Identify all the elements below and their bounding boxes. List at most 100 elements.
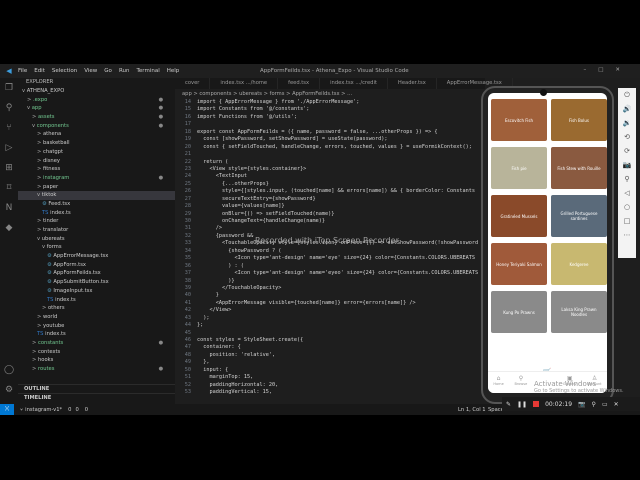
editor-tab[interactable]: Header.tsx [388, 78, 437, 89]
run-debug-icon[interactable]: ▷ [0, 138, 18, 158]
file-tree-item[interactable]: > youtube [18, 322, 175, 331]
source-control-icon[interactable]: ⑂ [0, 118, 18, 138]
window-controls[interactable]: –□✕ [583, 67, 632, 73]
file-tree-item[interactable]: > tinder [18, 217, 175, 226]
file-tree-item[interactable]: ⚙ AppErrorMessage.tsx [18, 252, 175, 261]
recipe-tile[interactable]: Fish pie [491, 147, 547, 189]
editor-tab[interactable]: feed.tsx [278, 78, 321, 89]
volume-up-icon[interactable]: 🔊 [618, 102, 636, 116]
cursor-position[interactable]: Ln 1, Col 1 [458, 407, 486, 413]
file-tree-item[interactable]: TS index.ts [18, 296, 175, 305]
file-tree-item[interactable]: > routes ● [18, 365, 175, 374]
recipe-tile[interactable]: Honey Teriyaki Salmon [491, 243, 547, 285]
nav-item-browse[interactable]: ⚲ Browse [515, 372, 528, 393]
file-tree-item[interactable]: ⚙ ImageInput.tsx [18, 287, 175, 296]
more-icon[interactable]: ⋯ [618, 228, 636, 242]
file-tree-item[interactable]: ⚙ AppForm.tsx [18, 261, 175, 270]
file-tree-item[interactable]: > hooks [18, 356, 175, 365]
recipe-tile[interactable]: Gratinéed Mussels [491, 195, 547, 237]
file-tree-item[interactable]: v app ● [18, 104, 175, 113]
file-tree-item[interactable]: > paper [18, 183, 175, 192]
file-tree-item[interactable]: > athena [18, 130, 175, 139]
zoom-icon[interactable]: ⚲ [618, 172, 636, 186]
file-tree-item[interactable]: > others [18, 304, 175, 313]
file-tree-item[interactable]: ⚙ Feed.tsx [18, 200, 175, 209]
menu-item-go[interactable]: Go [104, 68, 112, 74]
branch-name[interactable]: instagram-v1* [25, 407, 62, 413]
errors-count[interactable]: 0 [68, 407, 71, 413]
file-tree-item[interactable]: > fitness [18, 165, 175, 174]
bookmark-icon[interactable]: ⌑ [0, 178, 18, 198]
remote-icon[interactable]: ⟩⟨ [0, 404, 14, 415]
recipe-tile[interactable]: Fish Bolus [551, 99, 607, 141]
editor-tab[interactable]: index.tsx .../home [210, 78, 279, 89]
recipe-tile[interactable]: Kedgeree [551, 243, 607, 285]
search-icon[interactable]: ⚲ [0, 98, 18, 118]
file-tree-item[interactable]: > basketball [18, 139, 175, 148]
file-tree-item[interactable]: > assets ● [18, 113, 175, 122]
extensions-icon[interactable]: ⊞ [0, 158, 18, 178]
outline-section[interactable]: OUTLINE [18, 384, 175, 393]
nx-icon[interactable]: N [0, 198, 18, 218]
code-editor[interactable]: 14 import { AppErrorMessage } from './App… [175, 99, 485, 404]
menu-item-selection[interactable]: Selection [52, 68, 77, 74]
file-tree-item[interactable]: > .expo ● [18, 96, 175, 105]
docker-icon[interactable]: ◆ [0, 218, 18, 238]
file-tree-item[interactable]: v ubereats [18, 235, 175, 244]
breadcrumb[interactable]: app > components > ubereats > forms > Ap… [182, 91, 352, 97]
menu-item-run[interactable]: Run [119, 68, 130, 74]
camera-icon[interactable]: 📷 [578, 401, 585, 408]
timeline-section[interactable]: TIMELINE [18, 393, 175, 402]
line-number: 40 [184, 292, 191, 299]
pen-icon[interactable]: ✎ [506, 401, 511, 408]
pause-icon[interactable]: ❚❚ [517, 401, 527, 408]
magnifier-icon[interactable]: ⚲ [592, 401, 596, 408]
screenshot-icon[interactable]: 📷 [618, 158, 636, 172]
file-tree-item[interactable]: v forms [18, 243, 175, 252]
file-tree-item[interactable]: > contexts [18, 348, 175, 357]
nav-item-home[interactable]: ⌂ Home [493, 372, 503, 393]
ports-count[interactable]: 0 [85, 407, 88, 413]
file-tree-item[interactable]: > chatgpt [18, 148, 175, 157]
file-tree-item[interactable]: v components ● [18, 122, 175, 131]
menu-item-view[interactable]: View [84, 68, 97, 74]
file-tree-item[interactable]: > translator [18, 226, 175, 235]
explorer-icon[interactable]: ❐ [0, 78, 18, 98]
recipe-tile[interactable]: Laksa King Prawn Noodles [551, 291, 607, 333]
file-tree-item[interactable]: > constants ● [18, 339, 175, 348]
warnings-count[interactable]: 0 [75, 407, 78, 413]
power-icon[interactable]: ⏻ [618, 88, 636, 102]
menu-item-help[interactable]: Help [167, 68, 180, 74]
file-tree-item[interactable]: > instagram ● [18, 174, 175, 183]
recipe-tile[interactable]: Grilled Portuguese sardines [551, 195, 607, 237]
back-icon[interactable]: ◁ [618, 186, 636, 200]
menu-item-terminal[interactable]: Terminal [136, 68, 159, 74]
file-tree-item[interactable]: ⚙ AppFormFeilds.tsx [18, 269, 175, 278]
file-tree-label: tinder [43, 218, 59, 225]
file-tree-item[interactable]: TS index.ts [18, 330, 175, 339]
rotate-left-icon[interactable]: ⟲ [618, 130, 636, 144]
file-tree-item[interactable]: > disney [18, 157, 175, 166]
volume-down-icon[interactable]: 🔉 [618, 116, 636, 130]
file-tree-item[interactable]: ⚙ AppSubmitButton.tsx [18, 278, 175, 287]
account-icon[interactable]: ◯ [0, 360, 18, 380]
editor-tab[interactable]: index.tsx .../credit [320, 78, 388, 89]
editor-tab[interactable]: cover [175, 78, 211, 89]
recipe-tile[interactable]: Escovitch Fish [491, 99, 547, 141]
settings-gear-icon[interactable]: ⚙ [0, 380, 18, 400]
file-tree-item[interactable]: TS index.ts [18, 209, 175, 218]
recipe-tile[interactable]: Fish Stew with Rouille [551, 147, 607, 189]
stop-icon[interactable] [533, 401, 540, 407]
file-tree-item[interactable]: v tiktok [18, 191, 175, 200]
overview-icon[interactable]: □ [618, 214, 636, 228]
comment-icon[interactable]: ▭ [602, 401, 608, 408]
home-icon[interactable]: ○ [618, 200, 636, 214]
menu-item-edit[interactable]: Edit [34, 68, 45, 74]
file-tree-label: index.ts [45, 331, 66, 338]
rotate-right-icon[interactable]: ⟳ [618, 144, 636, 158]
recipe-tile[interactable]: Kung Po Prawns [491, 291, 547, 333]
file-tree-item[interactable]: v ATHENA_EXPO [18, 87, 175, 96]
file-tree-item[interactable]: > world [18, 313, 175, 322]
close-icon[interactable]: ✕ [614, 401, 619, 408]
menu-item-file[interactable]: File [18, 68, 27, 74]
